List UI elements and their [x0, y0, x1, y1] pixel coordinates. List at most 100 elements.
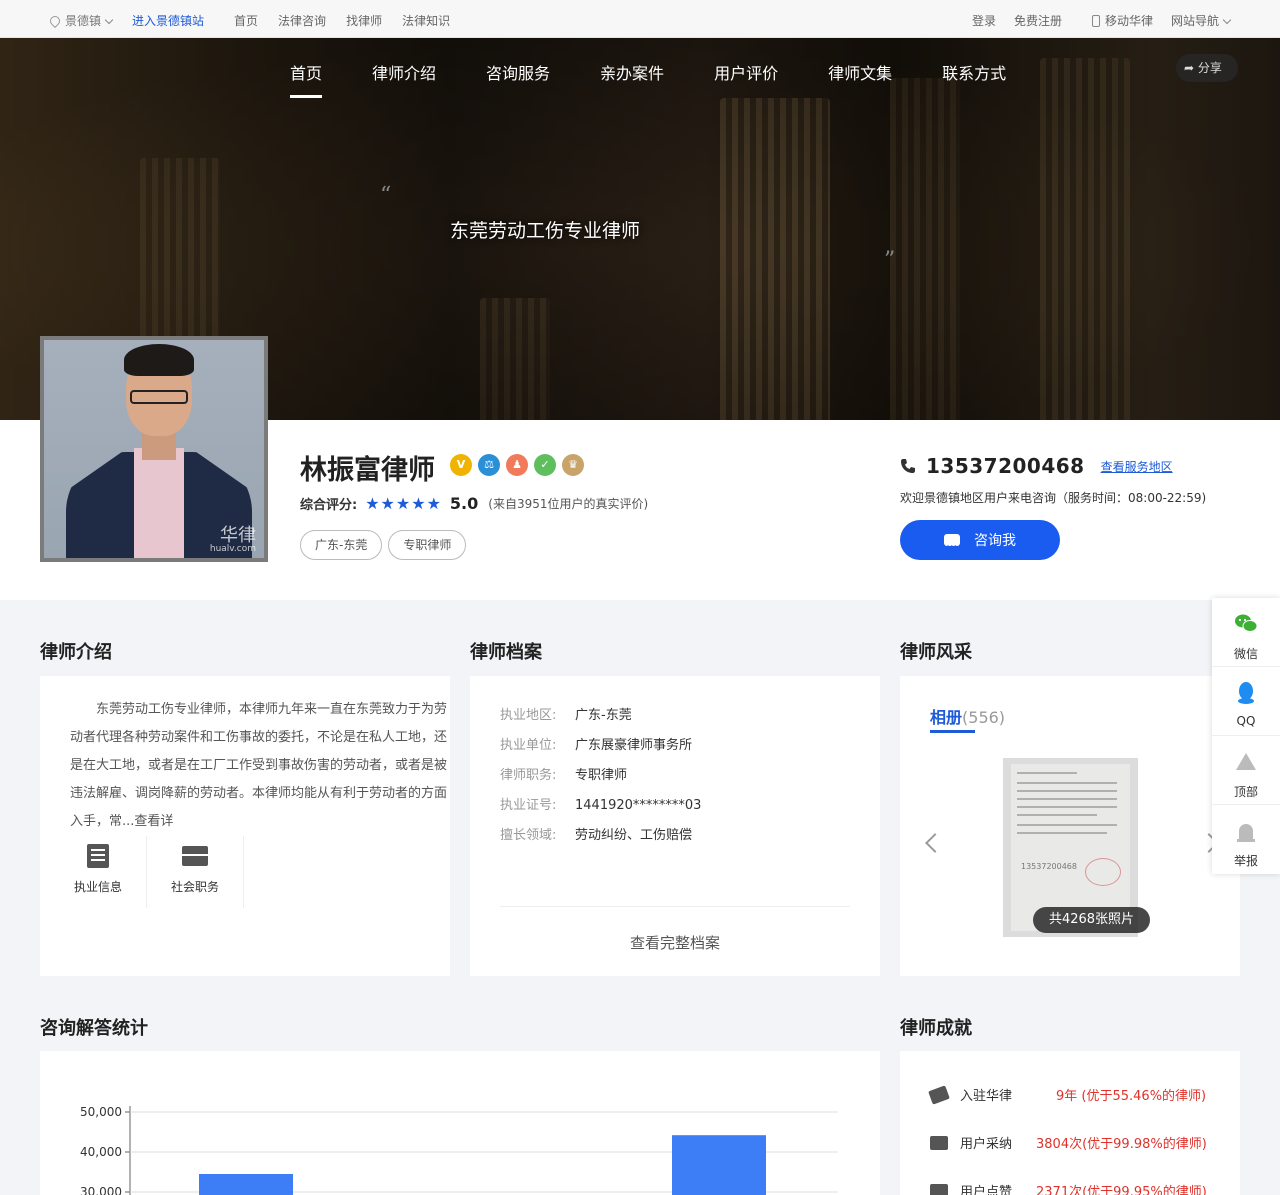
prev-arrow-icon[interactable] [925, 833, 945, 853]
nav-tab-intro[interactable]: 律师介绍 [372, 60, 436, 98]
nav-tab-reviews[interactable]: 用户评价 [714, 60, 778, 98]
chevron-down-icon [104, 15, 114, 25]
intro-text[interactable]: 东莞劳动工伤专业律师，本律师九年来一直在东莞致力于为劳动者代理各种劳动案件和工伤… [70, 696, 452, 836]
chart-bar[interactable] [199, 1174, 293, 1195]
top-arrow-icon [1236, 753, 1256, 770]
album-tab-underline [930, 730, 975, 733]
tag-list: 广东-东莞 专职律师 [300, 530, 472, 560]
login-link[interactable]: 登录 [972, 12, 996, 29]
achievement-row: 用户采纳 3804次(优于99.98%的律师) [930, 1133, 1207, 1152]
handshake-icon [928, 1084, 950, 1105]
v-badge-icon[interactable]: V [450, 454, 472, 476]
document-icon [87, 844, 109, 868]
site-nav-menu[interactable]: 网站导航 [1171, 12, 1232, 29]
location-selector[interactable]: 景德镇 [47, 12, 114, 29]
check-box-icon [930, 1135, 948, 1150]
rating-score: 5.0 [449, 494, 479, 513]
enter-station-link[interactable]: 进入景德镇站 [132, 12, 204, 29]
top-bar: 景德镇 进入景德镇站 首页 法律咨询 找律师 法律知识 登录 免费注册 移动华律… [0, 0, 1280, 38]
archive-title: 律师档案 [470, 642, 542, 663]
top-link-home[interactable]: 首页 [234, 12, 258, 29]
side-qq-button[interactable]: QQ [1212, 667, 1280, 736]
badge-list: V ⚖ ♟ ✓ ♛ [450, 454, 590, 476]
mobile-link[interactable]: 移动华律 [1091, 12, 1153, 29]
side-report-button[interactable]: 举报 [1212, 805, 1280, 874]
stats-title: 咨询解答统计 [40, 1018, 148, 1039]
divider [500, 906, 850, 907]
archive-row: 执业地区: 广东-东莞 [500, 708, 632, 723]
album-title: 律师风采 [900, 642, 972, 663]
phone-number[interactable]: 13537200468 [926, 454, 1085, 478]
register-link[interactable]: 免费注册 [1014, 12, 1062, 29]
archive-row: 执业单位: 广东展豪律师事务所 [500, 738, 693, 753]
chevron-down-icon [1222, 15, 1232, 25]
rating-label: 综合评分: [300, 498, 358, 513]
banner-slogan: 东莞劳动工伤专业律师 [450, 220, 641, 242]
nav-tab-articles[interactable]: 律师文集 [828, 60, 892, 98]
archive-row: 执业证号: 1441920********03 [500, 798, 702, 813]
briefcase-icon [182, 846, 208, 866]
full-archive-link[interactable]: 查看完整档案 [470, 932, 880, 953]
top-link-find-lawyer[interactable]: 找律师 [346, 12, 382, 29]
album-tab[interactable]: 相册(556) [930, 704, 1005, 728]
mobile-phone-icon [1091, 15, 1100, 27]
person-badge-icon[interactable]: ♟ [506, 454, 528, 476]
side-wechat-button[interactable]: 微信 [1212, 598, 1280, 667]
photo-count-badge[interactable]: 共4268张照片 [1033, 907, 1150, 933]
achievement-row: 入驻华律 9年 (优于55.46%的律师) [928, 1084, 1206, 1105]
nav-tab-consult[interactable]: 咨询服务 [486, 60, 550, 98]
rating: 综合评分: ★★★★★ 5.0 (来自3951位用户的真实评价) [300, 494, 648, 513]
photo-phone-text: 13537200468 [1021, 862, 1077, 871]
rating-source: (来自3951位用户的真实评价) [488, 497, 649, 511]
stats-chart: 50,000 40,000 30,000 [80, 1105, 838, 1195]
achievement-row: 用户点赞 2371次(优于99.95%的律师) [930, 1181, 1207, 1195]
stats-chart-card: 50,000 40,000 30,000 [40, 1051, 880, 1195]
thumbs-up-icon [930, 1183, 948, 1195]
main-nav: 首页 律师介绍 咨询服务 亲办案件 用户评价 律师文集 联系方式 [290, 60, 1056, 98]
alarm-icon [1237, 824, 1255, 842]
lawyer-name: 林振富律师 [300, 455, 435, 486]
tag-region[interactable]: 广东-东莞 [300, 530, 383, 560]
achievement-title: 律师成就 [900, 1018, 972, 1039]
side-top-button[interactable]: 顶部 [1212, 736, 1280, 805]
close-quote-icon: ” [884, 248, 896, 273]
archive-row: 律师职务: 专职律师 [500, 768, 628, 783]
chart-bar[interactable] [672, 1135, 766, 1195]
nav-tab-home[interactable]: 首页 [290, 60, 323, 98]
qq-icon [1238, 682, 1254, 704]
side-toolbar: 微信 QQ 顶部 举报 [1212, 598, 1280, 874]
consult-button[interactable]: 咨询我 [900, 520, 1060, 567]
nav-tab-cases[interactable]: 亲办案件 [600, 60, 664, 98]
intro-card: 东莞劳动工伤专业律师，本律师九年来一直在东莞致力于为劳动者代理各种劳动案件和工伤… [40, 676, 450, 976]
clipboard-badge-icon[interactable]: ✓ [534, 454, 556, 476]
photo-watermark: 华律 hualv.com [209, 525, 256, 554]
top-link-knowledge[interactable]: 法律知识 [402, 12, 450, 29]
phone-block: 13537200468 查看服务地区 [900, 454, 1173, 478]
chart-y-tick-label: 40,000 [80, 1145, 122, 1159]
share-icon: ➦ [1184, 61, 1198, 75]
location-pin-icon [47, 13, 63, 29]
chat-bubble-icon [944, 527, 960, 567]
archive-card: 执业地区: 广东-东莞 执业单位: 广东展豪律师事务所 律师职务: 专职律师 执业证号… [470, 676, 880, 976]
top-link-consult[interactable]: 法律咨询 [278, 12, 326, 29]
welcome-text: 欢迎景德镇地区用户来电咨询（服务时间：08:00-22:59) [900, 491, 1207, 505]
practice-info-button[interactable]: 执业信息 [50, 836, 147, 908]
album-card: 相册(556) 13537200468 共4268张照片 [900, 676, 1240, 976]
stamp-icon [1085, 858, 1121, 886]
service-area-link[interactable]: 查看服务地区 [1101, 458, 1173, 475]
share-button[interactable]: ➦ 分享 [1176, 54, 1238, 82]
achievement-card: 入驻华律 9年 (优于55.46%的律师) 用户采纳 3804次(优于99.98… [900, 1051, 1240, 1195]
trophy-badge-icon[interactable]: ♛ [562, 454, 584, 476]
phone-icon [901, 459, 915, 473]
chart-y-tick-label: 30,000 [80, 1185, 122, 1195]
tag-position[interactable]: 专职律师 [388, 530, 467, 560]
intro-title: 律师介绍 [40, 642, 112, 663]
scales-badge-icon[interactable]: ⚖ [478, 454, 500, 476]
social-duty-button[interactable]: 社会职务 [147, 836, 244, 908]
lawyer-photo: 华律 hualv.com [40, 336, 268, 562]
rating-stars-icon: ★★★★★ [365, 494, 442, 513]
nav-tab-contact[interactable]: 联系方式 [942, 60, 1006, 98]
open-quote-icon: “ [380, 183, 392, 208]
archive-row: 擅长领域: 劳动纠纷、工伤赔偿 [500, 828, 693, 843]
intro-icon-list: 执业信息 社会职务 [50, 836, 244, 908]
